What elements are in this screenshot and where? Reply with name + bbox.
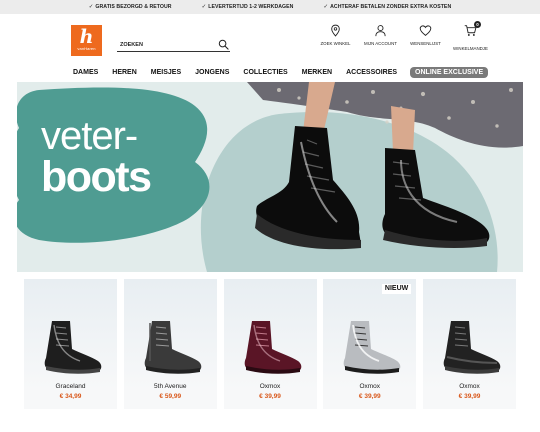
user-icon	[375, 25, 386, 37]
logo-mark: h	[79, 25, 94, 48]
check-icon: ✓	[201, 4, 207, 10]
search-input[interactable]	[120, 39, 215, 50]
product-name: Oxmox	[259, 383, 281, 390]
product-name: Oxmox	[459, 383, 480, 390]
cart-label: WINKELMANDJE	[453, 46, 488, 51]
boot-image	[443, 321, 501, 374]
cart-icon-wrap: 0	[464, 21, 481, 42]
heart-icon	[419, 25, 432, 37]
main-nav: DAMES HEREN MEISJES JONGENS COLLECTIES M…	[66, 64, 489, 80]
product-name: Graceland	[55, 383, 86, 390]
product-price: € 39,99	[358, 393, 381, 400]
header-actions: ZOEK WINKEL MIJN ACCOUNT WENSENLIJST 0 W…	[313, 21, 493, 51]
usp-item: ✓ LEVERTERTIJD 1-2 WERKDAGEN	[202, 4, 294, 10]
product-card[interactable]: NIEUW Oxmox € 39,99	[323, 279, 417, 409]
usp-item: ✓ ACHTERAF BETALEN ZONDER EXTRA KOSTEN	[323, 4, 451, 10]
product-price: € 39,99	[458, 393, 481, 400]
nav-item-dames[interactable]: DAMES	[66, 69, 105, 76]
account-label: MIJN ACCOUNT	[364, 41, 397, 46]
search-bar	[117, 38, 230, 52]
vanharen-logo[interactable]: h vanHaren	[71, 25, 102, 56]
check-icon: ✓	[88, 4, 94, 10]
boot-image	[343, 321, 401, 374]
product-name: 5th Avenue	[154, 383, 187, 390]
wishlist-label: WENSENLIJST	[410, 41, 441, 46]
nav-item-jongens[interactable]: JONGENS	[188, 69, 236, 76]
usp-pay-later: ACHTERAF BETALEN ZONDER EXTRA KOSTEN	[330, 4, 452, 10]
product-price: € 34,99	[59, 393, 82, 400]
boot-image	[144, 321, 202, 374]
usp-free-delivery: GRATIS BEZORGD & RETOUR	[95, 4, 172, 10]
store-locator-label: ZOEK WINKEL	[320, 41, 351, 46]
nav-item-meisjes[interactable]: MEISJES	[144, 69, 188, 76]
nav-item-merken[interactable]: MERKEN	[295, 69, 339, 76]
logo-wordmark: vanHaren	[77, 45, 96, 51]
hero-headline-line-2: boots	[41, 153, 152, 201]
usp-delivery-time: LEVERTERTIJD 1-2 WERKDAGEN	[208, 4, 294, 10]
header: h vanHaren ZOEK WINKEL MIJN ACCOUNT	[0, 14, 540, 62]
cart-link[interactable]: 0 WINKELMANDJE	[448, 21, 493, 51]
hero-banner[interactable]: veter- boots	[17, 82, 523, 272]
wishlist-link[interactable]: WENSENLIJST	[403, 24, 448, 51]
nav-item-heren[interactable]: HEREN	[105, 69, 144, 76]
nav-item-online-exclusive[interactable]: ONLINE EXCLUSIVE	[410, 66, 489, 78]
hero-headline-line-1: veter-	[41, 114, 138, 158]
hero-leg-right	[391, 106, 415, 154]
boot-image	[44, 321, 102, 374]
product-price: € 59,99	[159, 393, 182, 400]
cart-count-badge: 0	[474, 21, 481, 28]
usp-item: ✓ GRATIS BEZORGD & RETOUR	[89, 4, 172, 10]
location-pin-icon	[331, 24, 340, 37]
boot-image	[244, 321, 301, 374]
nav-item-collecties[interactable]: COLLECTIES	[236, 69, 294, 76]
store-locator-link[interactable]: ZOEK WINKEL	[313, 24, 358, 51]
product-row: Graceland € 34,99 5th Avenue € 59,99 Oxm…	[24, 279, 516, 409]
product-price: € 39,99	[259, 393, 281, 400]
product-name: Oxmox	[359, 383, 381, 390]
search-icon[interactable]	[218, 39, 229, 50]
product-card[interactable]: Oxmox € 39,99	[423, 279, 516, 409]
check-icon: ✓	[323, 4, 329, 10]
new-badge: NIEUW	[381, 284, 412, 294]
account-link[interactable]: MIJN ACCOUNT	[358, 24, 403, 51]
product-card[interactable]: Graceland € 34,99	[24, 279, 117, 409]
product-card[interactable]: 5th Avenue € 59,99	[123, 279, 217, 409]
nav-item-accessoires[interactable]: ACCESSOIRES	[339, 69, 404, 76]
usp-bar: ✓ GRATIS BEZORGD & RETOUR ✓ LEVERTERTIJD 1…	[0, 0, 540, 14]
product-card[interactable]: Oxmox € 39,99	[223, 279, 317, 409]
